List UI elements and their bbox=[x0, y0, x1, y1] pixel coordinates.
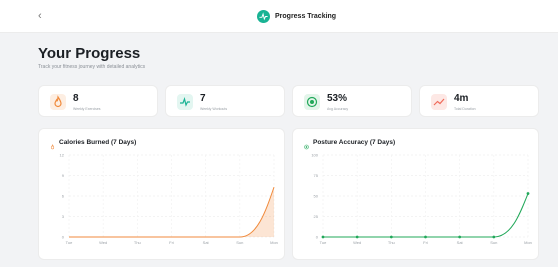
page-subtitle: Track your fitness journey with detailed… bbox=[38, 64, 146, 70]
pulse-icon bbox=[257, 10, 270, 23]
data-point bbox=[526, 192, 530, 195]
stat-value: 53% bbox=[327, 93, 348, 104]
y-tick-label: 9 bbox=[62, 173, 65, 178]
flame-icon bbox=[50, 94, 66, 110]
top-bar: ‹ Progress Tracking bbox=[0, 0, 558, 33]
data-point bbox=[321, 235, 325, 239]
data-point bbox=[355, 235, 359, 239]
y-tick-label: 3 bbox=[62, 214, 65, 219]
stat-label: Total Duration bbox=[454, 107, 476, 111]
y-tick-label: 0 bbox=[62, 235, 65, 240]
stat-card-weekly-workouts: 7 Weekly Workouts bbox=[165, 85, 285, 117]
accuracy-chart-card: Posture Accuracy (7 Days) 0 25 50 75 100 Tue W… bbox=[292, 128, 539, 260]
data-point bbox=[424, 235, 427, 239]
trend-up-icon bbox=[431, 94, 447, 110]
stat-card-weekly-exercises: 8 Weekly Exercises bbox=[38, 85, 158, 117]
x-tick-label: Fri bbox=[423, 240, 428, 245]
x-tick-label: Wed bbox=[99, 240, 107, 245]
stat-value: 7 bbox=[200, 93, 206, 104]
y-tick-label: 12 bbox=[60, 153, 65, 158]
pulse-icon bbox=[177, 94, 193, 110]
x-tick-label: Thu bbox=[388, 240, 395, 245]
brand: Progress Tracking bbox=[257, 10, 336, 23]
stat-card-avg-accuracy: 53% Avg Accuracy bbox=[292, 85, 412, 117]
stat-value: 4m bbox=[454, 93, 469, 104]
back-button[interactable]: ‹ bbox=[38, 10, 42, 22]
x-tick-label: Mon bbox=[524, 240, 532, 245]
x-tick-label: Thu bbox=[134, 240, 141, 245]
y-tick-label: 25 bbox=[314, 214, 319, 219]
stat-value: 8 bbox=[73, 93, 79, 104]
x-tick-label: Sun bbox=[490, 240, 497, 245]
x-tick-label: Sat bbox=[203, 240, 210, 245]
x-tick-label: Tue bbox=[66, 240, 74, 245]
stat-label: Weekly Workouts bbox=[200, 107, 228, 111]
calories-chart: 0 3 6 9 12 Tue Wed Thu Fri Sat Sun Mon bbox=[60, 153, 278, 246]
app-title: Progress Tracking bbox=[275, 13, 337, 20]
y-tick-label: 75 bbox=[314, 173, 319, 178]
x-tick-label: Mon bbox=[270, 240, 278, 245]
x-tick-label: Tue bbox=[320, 240, 328, 245]
data-point bbox=[389, 235, 393, 239]
y-tick-label: 100 bbox=[311, 153, 318, 158]
calories-chart-card: Calories Burned (7 Days) 0 3 6 9 12 Tue Wed Thu… bbox=[38, 128, 285, 260]
x-tick-label: Sun bbox=[236, 240, 243, 245]
data-point bbox=[492, 235, 496, 239]
y-tick-label: 6 bbox=[62, 194, 65, 199]
page-title: Your Progress bbox=[38, 45, 141, 62]
target-icon bbox=[304, 94, 320, 110]
x-tick-label: Wed bbox=[353, 240, 361, 245]
x-tick-label: Fri bbox=[169, 240, 174, 245]
data-point bbox=[458, 235, 462, 239]
y-tick-label: 50 bbox=[314, 194, 319, 199]
stat-label: Weekly Exercises bbox=[73, 107, 101, 111]
stat-card-total-duration: 4m Total Duration bbox=[419, 85, 539, 117]
x-tick-label: Sat bbox=[457, 240, 464, 245]
y-tick-label: 0 bbox=[316, 235, 319, 240]
accuracy-chart: 0 25 50 75 100 Tue Wed Thu Fri Sat Sun Mon bbox=[311, 153, 532, 246]
stat-label: Avg Accuracy bbox=[327, 107, 349, 111]
